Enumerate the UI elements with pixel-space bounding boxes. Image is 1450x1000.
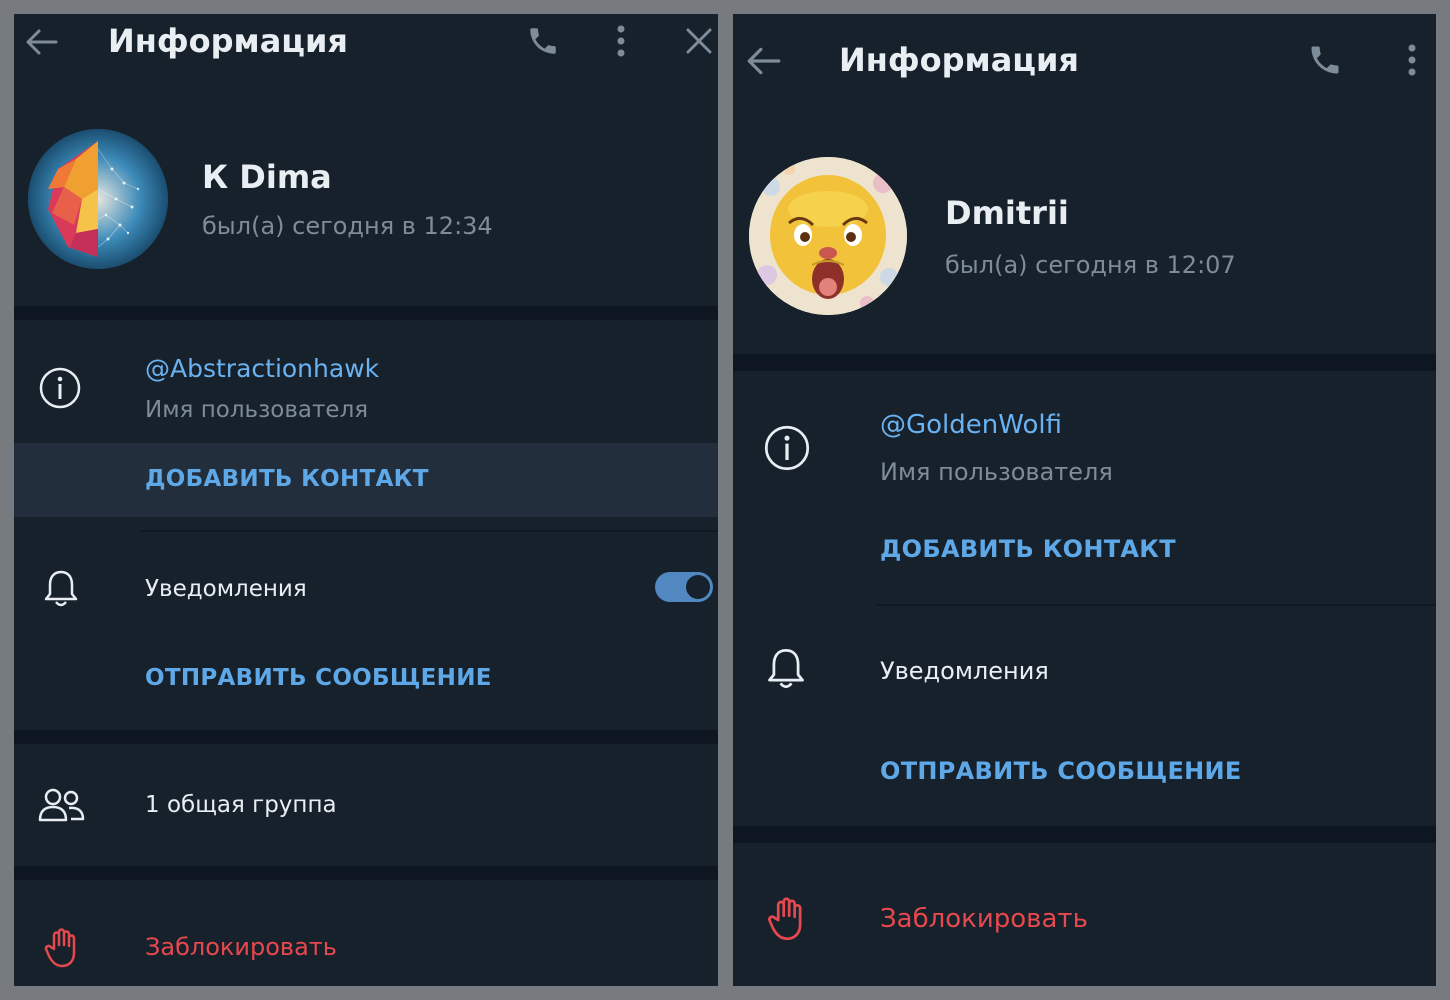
username-value[interactable]: @Abstractionhawk (145, 354, 379, 383)
profile-status: был(а) сегодня в 12:07 (945, 251, 1236, 279)
hand-icon (767, 896, 807, 942)
users-icon (38, 786, 86, 824)
close-button[interactable] (684, 26, 714, 56)
common-groups-item[interactable]: 1 общая группа (145, 792, 337, 818)
send-message-button[interactable]: ОТПРАВИТЬ СООБЩЕНИЕ (880, 757, 1242, 785)
add-contact-button[interactable]: ДОБАВИТЬ КОНТАКТ (880, 535, 1176, 563)
hand-icon (44, 927, 80, 969)
arrow-left-icon (747, 47, 781, 75)
block-user-button[interactable]: Заблокировать (880, 904, 1088, 934)
section-divider (14, 306, 718, 320)
more-vertical-icon (617, 25, 625, 57)
bell-icon (765, 646, 807, 690)
back-button[interactable] (745, 44, 783, 78)
block-user-button[interactable]: Заблокировать (145, 933, 337, 961)
row-divider (140, 530, 718, 532)
phone-icon (1311, 46, 1339, 74)
lion-cub-avatar-icon (749, 157, 907, 315)
profile-status: был(а) сегодня в 12:34 (202, 212, 493, 240)
close-icon (686, 28, 712, 54)
profile-name: Dmitrii (945, 194, 1069, 232)
header-title: Информация (108, 22, 348, 60)
section-divider (733, 826, 1436, 843)
more-vertical-icon (1408, 44, 1416, 76)
section-divider (14, 730, 718, 744)
section-divider (14, 866, 718, 880)
avatar[interactable] (28, 129, 168, 269)
row-divider (877, 604, 1436, 606)
add-contact-button[interactable]: ДОБАВИТЬ КОНТАКТ (145, 466, 429, 492)
more-menu-button[interactable] (1399, 42, 1425, 78)
avatar[interactable] (749, 157, 907, 315)
right-profile-panel: Информация Dmitrii был(а) сегодня в 12:0… (733, 14, 1436, 986)
lion-avatar-icon (28, 129, 168, 269)
phone-icon (530, 28, 556, 54)
info-icon (763, 424, 811, 472)
username-caption: Имя пользователя (145, 397, 369, 423)
header-title: Информация (839, 41, 1079, 79)
left-profile-panel: Информация К Dima был(а) сегодня в 12:34… (14, 14, 718, 986)
notifications-label: Уведомления (880, 657, 1049, 685)
notifications-label: Уведомления (145, 576, 307, 602)
notifications-toggle[interactable] (655, 572, 713, 602)
back-button[interactable] (24, 26, 60, 58)
send-message-button[interactable]: ОТПРАВИТЬ СООБЩЕНИЕ (145, 665, 492, 691)
profile-name: К Dima (202, 158, 332, 196)
arrow-left-icon (26, 29, 58, 55)
username-value[interactable]: @GoldenWolfi (880, 410, 1062, 440)
more-menu-button[interactable] (608, 24, 634, 58)
call-button[interactable] (1307, 42, 1343, 78)
username-caption: Имя пользователя (880, 458, 1113, 486)
section-divider (733, 354, 1436, 371)
info-icon (38, 366, 82, 410)
bell-icon (42, 568, 80, 608)
call-button[interactable] (526, 24, 560, 58)
